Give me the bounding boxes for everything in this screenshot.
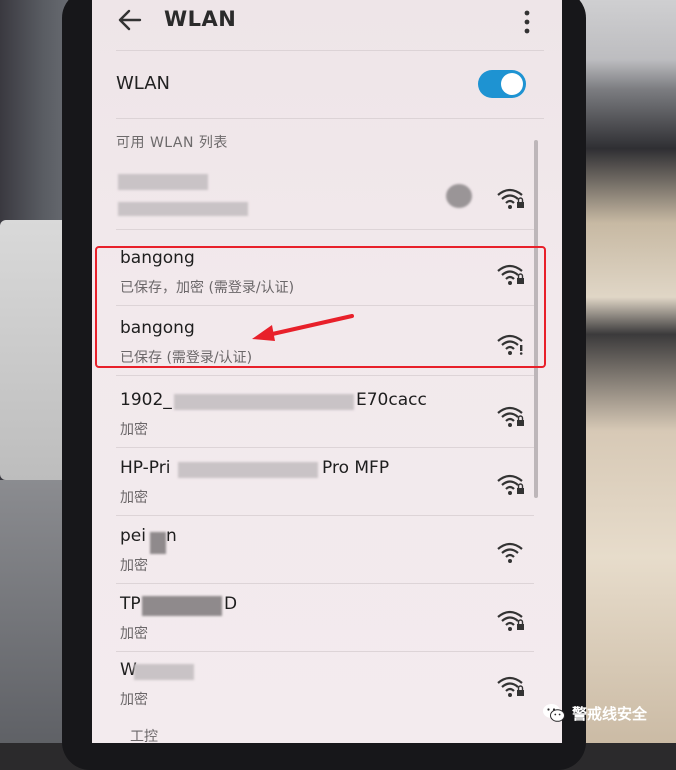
wlan-toggle-row[interactable]: WLAN bbox=[92, 58, 562, 114]
redaction-blur bbox=[118, 202, 248, 216]
redaction-blur bbox=[134, 664, 194, 680]
network-item[interactable]: pei n 加密 bbox=[116, 518, 534, 584]
network-item[interactable]: HP-Pri Pro MFP 加密 bbox=[116, 450, 534, 516]
wifi-lock-icon bbox=[497, 406, 524, 427]
network-item[interactable]: TP D 加密 bbox=[116, 586, 534, 652]
network-name: TP bbox=[120, 594, 141, 614]
redaction-blur bbox=[446, 184, 472, 208]
divider bbox=[116, 375, 534, 376]
redaction-blur bbox=[174, 394, 354, 410]
annotation-arrow-icon bbox=[252, 314, 354, 341]
app-bar: WLAN bbox=[92, 0, 562, 48]
network-item-cutoff[interactable]: 工控 bbox=[130, 726, 158, 743]
network-name-suffix: n bbox=[166, 526, 177, 546]
network-item[interactable]: 1902_ E70cacc 加密 bbox=[116, 382, 534, 448]
toggle-knob bbox=[501, 73, 523, 95]
more-vert-icon[interactable] bbox=[524, 10, 530, 34]
network-item[interactable] bbox=[116, 164, 534, 230]
divider bbox=[116, 515, 534, 516]
redaction-blur bbox=[150, 532, 166, 554]
network-status: 加密 bbox=[120, 558, 148, 574]
phone-screen: WLAN WLAN 可用 WLAN 列表 bangong 已保存，加密 (需登录… bbox=[92, 0, 562, 743]
divider bbox=[116, 447, 534, 448]
wifi-lock-icon bbox=[497, 474, 524, 495]
network-name: HP-Pri bbox=[120, 458, 171, 478]
network-name-suffix: D bbox=[224, 594, 238, 614]
redaction-blur bbox=[178, 462, 318, 478]
watermark: 警戒线安全 bbox=[542, 700, 647, 726]
divider bbox=[116, 229, 534, 230]
redaction-blur bbox=[142, 596, 222, 616]
watermark-text: 警戒线安全 bbox=[572, 704, 648, 723]
wlan-toggle-switch[interactable] bbox=[478, 70, 526, 98]
wifi-lock-icon bbox=[497, 188, 524, 209]
network-name: pei bbox=[120, 526, 146, 546]
highlight-box bbox=[95, 246, 546, 368]
network-status: 加密 bbox=[120, 626, 148, 642]
wifi-lock-icon bbox=[497, 676, 524, 697]
background-object bbox=[0, 480, 70, 743]
page-title: WLAN bbox=[164, 7, 237, 31]
back-arrow-icon[interactable] bbox=[116, 6, 144, 34]
network-status: 加密 bbox=[120, 490, 148, 506]
wifi-icon bbox=[497, 542, 523, 563]
wechat-icon bbox=[543, 704, 565, 722]
network-item[interactable]: W 加密 bbox=[116, 652, 534, 718]
network-status: 加密 bbox=[120, 422, 148, 438]
divider bbox=[116, 118, 544, 119]
network-status: 加密 bbox=[120, 692, 148, 708]
redaction-blur bbox=[118, 174, 208, 190]
wlan-toggle-label: WLAN bbox=[116, 73, 171, 94]
network-name-suffix: E70cacc bbox=[356, 390, 427, 410]
network-name-suffix: Pro MFP bbox=[322, 458, 390, 478]
section-header: 可用 WLAN 列表 bbox=[116, 135, 228, 151]
network-name: 1902_ bbox=[120, 390, 172, 410]
divider bbox=[116, 50, 544, 51]
wifi-lock-icon bbox=[497, 610, 524, 631]
divider bbox=[116, 583, 534, 584]
